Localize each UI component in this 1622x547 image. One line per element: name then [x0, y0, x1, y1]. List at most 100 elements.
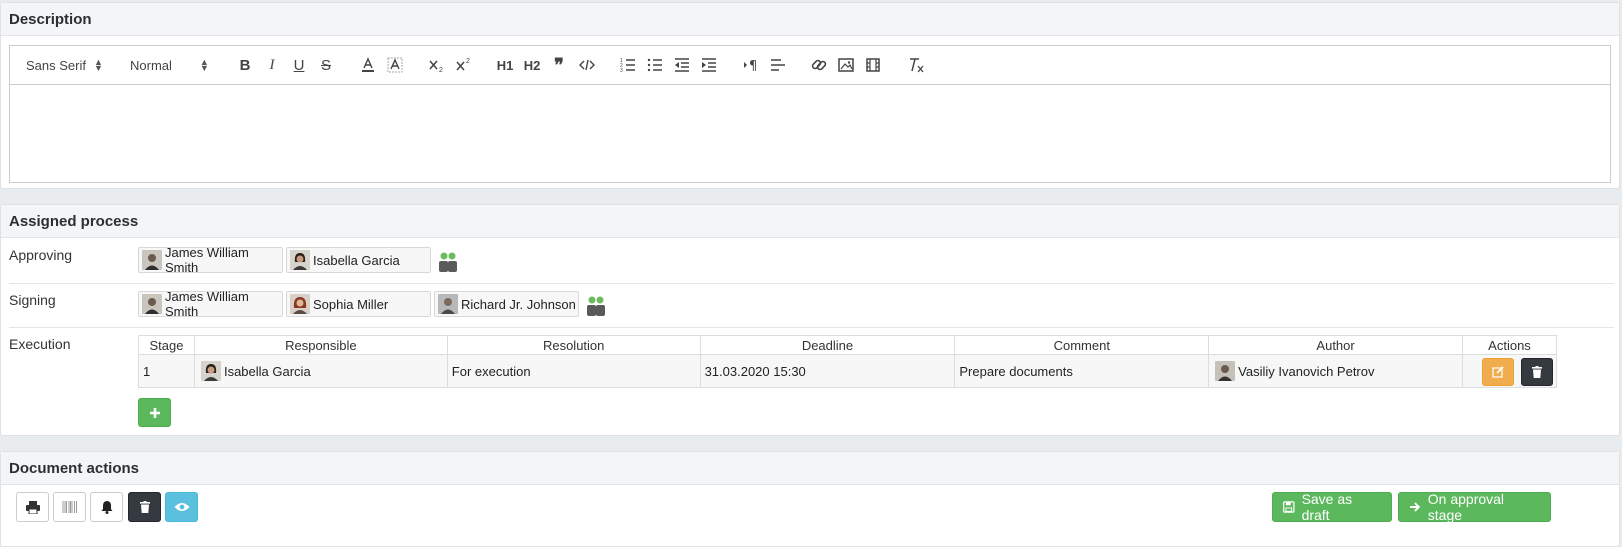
save-draft-label: Save as draft [1301, 491, 1353, 523]
barcode-button[interactable] [53, 492, 86, 522]
arrow-right-icon [1409, 502, 1421, 512]
svg-text:3: 3 [620, 68, 623, 72]
trash-icon [1532, 366, 1542, 378]
align-left-icon[interactable] [770, 54, 786, 76]
column-header: Stage [138, 335, 195, 355]
trash-icon [139, 501, 150, 513]
stage-cell: 1 [138, 354, 195, 388]
assigned-process-panel: Assigned process Approving James William… [0, 204, 1620, 436]
execution-label: Execution [9, 336, 71, 352]
description-title: Description [1, 3, 1619, 36]
ordered-list-icon[interactable]: 123 [620, 54, 636, 76]
print-button[interactable] [16, 492, 49, 522]
approver-chip[interactable]: Isabella Garcia [286, 247, 431, 273]
avatar-female [290, 294, 310, 314]
rich-text-editor: Sans Serif ▲ ▼ Normal ▲ ▼ B I U S 2 2 H1… [9, 45, 1611, 183]
eye-icon [174, 503, 189, 511]
notify-button[interactable] [90, 492, 123, 522]
underline-icon[interactable]: U [292, 54, 306, 76]
signing-label: Signing [9, 292, 56, 308]
plus-icon [149, 407, 160, 418]
svg-text:¶: ¶ [749, 59, 757, 72]
select-arrows-icon: ▲ ▼ [199, 57, 209, 73]
strike-icon[interactable]: S [319, 54, 333, 76]
print-icon [25, 500, 40, 514]
signer-name: Sophia Miller [313, 296, 389, 312]
column-header: Actions [1461, 335, 1558, 355]
document-actions-title: Document actions [1, 452, 1619, 485]
edit-stage-button[interactable] [1482, 358, 1514, 386]
assigned-process-title: Assigned process [1, 205, 1619, 238]
approver-name: Isabella Garcia [313, 252, 400, 268]
author-cell: Vasiliy Ivanovich Petrov [1208, 354, 1463, 388]
avatar-male [142, 250, 162, 270]
author-name: Vasiliy Ivanovich Petrov [1238, 363, 1375, 379]
approver-name: James William Smith [165, 245, 249, 275]
signer-chip[interactable]: Richard Jr. Johnson [434, 291, 579, 317]
bell-icon [101, 501, 112, 514]
font-family-select[interactable]: Sans Serif ▲ ▼ [26, 54, 121, 76]
superscript-icon[interactable]: 2 [455, 54, 473, 76]
add-stage-button[interactable] [138, 398, 171, 427]
avatar-female [200, 361, 221, 381]
column-header: Comment [954, 335, 1210, 355]
approval-stage-button[interactable]: On approval stage [1398, 491, 1551, 523]
blockquote-icon[interactable]: ❞ [551, 54, 567, 76]
avatar-male [1215, 361, 1236, 381]
table-row: 1 Isabella Garcia For execution 31.03.20… [138, 354, 1558, 388]
outdent-icon[interactable] [674, 54, 690, 76]
bullet-list-icon[interactable] [647, 54, 663, 76]
approver-chip[interactable]: James William Smith [138, 245, 283, 275]
italic-icon[interactable]: I [265, 54, 279, 76]
delete-document-button[interactable] [128, 492, 161, 522]
font-size-select[interactable]: Normal ▲ ▼ [130, 54, 216, 76]
table-header-row: Stage Responsible Resolution Deadline Co… [138, 335, 1558, 355]
signer-chip[interactable]: Sophia Miller [286, 291, 431, 317]
text-direction-icon[interactable]: ¶ [743, 54, 761, 76]
text-color-icon[interactable] [360, 54, 376, 76]
avatar-male [438, 294, 458, 314]
row-divider [9, 327, 1614, 328]
signer-name: Richard Jr. Johnson [461, 296, 576, 312]
add-group-icon[interactable] [437, 251, 459, 273]
video-icon[interactable] [865, 54, 881, 76]
barcode-icon [62, 501, 77, 513]
editor-toolbar: Sans Serif ▲ ▼ Normal ▲ ▼ B I U S 2 2 H1… [10, 46, 1610, 85]
font-family-value: Sans Serif [26, 57, 86, 73]
approval-stage-label: On approval stage [1427, 491, 1505, 523]
clear-format-icon[interactable] [907, 54, 925, 76]
image-icon[interactable] [838, 54, 854, 76]
select-arrows-icon: ▲ ▼ [93, 57, 103, 73]
column-header: Author [1208, 335, 1463, 355]
avatar-male [142, 294, 162, 314]
heading1-icon[interactable]: H1 [496, 54, 514, 76]
subscript-icon[interactable]: 2 [428, 54, 446, 76]
edit-icon [1492, 366, 1504, 378]
signer-name: James William Smith [165, 289, 249, 319]
execution-table: Stage Responsible Resolution Deadline Co… [138, 335, 1558, 388]
resolution-cell: For execution [446, 354, 701, 388]
row-divider [9, 283, 1614, 284]
comment-cell: Prepare documents [954, 354, 1210, 388]
link-icon[interactable] [811, 54, 827, 76]
document-actions-panel: Document actions Save as draft On approv… [0, 451, 1620, 547]
font-size-value: Normal [130, 57, 172, 73]
background-color-icon[interactable] [387, 54, 403, 76]
add-group-icon[interactable] [585, 295, 607, 317]
floppy-disk-icon [1283, 501, 1295, 513]
bold-icon[interactable]: B [238, 54, 252, 76]
indent-icon[interactable] [701, 54, 717, 76]
signer-chip[interactable]: James William Smith [138, 289, 283, 319]
description-panel: Description Sans Serif ▲ ▼ Normal ▲ ▼ B I … [0, 2, 1620, 189]
preview-button[interactable] [165, 492, 198, 522]
heading2-icon[interactable]: H2 [523, 54, 541, 76]
approving-label: Approving [9, 247, 73, 263]
delete-stage-button[interactable] [1521, 358, 1553, 386]
responsible-name: Isabella Garcia [223, 363, 311, 379]
deadline-cell: 31.03.2020 15:30 [699, 354, 956, 388]
column-header: Responsible [193, 335, 448, 355]
avatar-female [290, 250, 310, 270]
code-block-icon[interactable] [578, 54, 596, 76]
svg-text:2: 2 [439, 67, 443, 73]
save-draft-button[interactable]: Save as draft [1272, 491, 1392, 523]
